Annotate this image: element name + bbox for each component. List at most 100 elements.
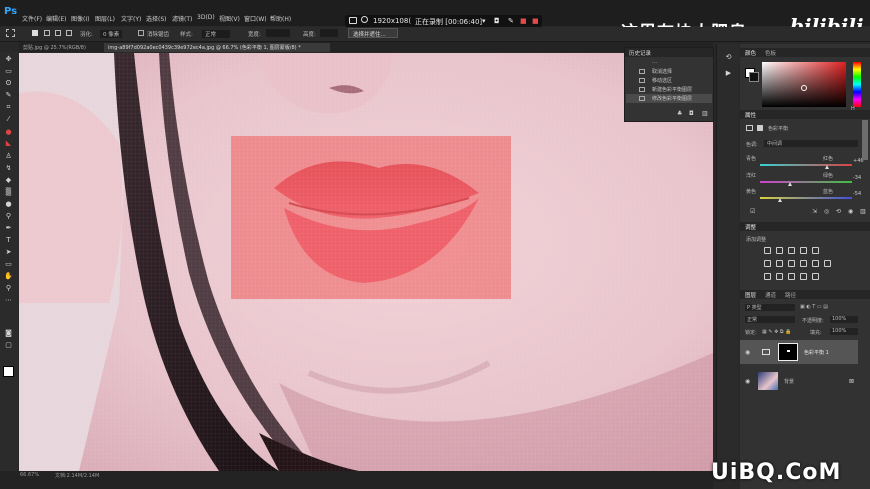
- trash-icon[interactable]: ▥: [860, 208, 866, 215]
- feather-input[interactable]: 0 像素: [100, 30, 123, 38]
- style-select[interactable]: 正常: [202, 30, 231, 38]
- menu-help[interactable]: 帮助(H): [270, 14, 291, 23]
- dodge-tool-icon[interactable]: ⚲: [4, 213, 13, 220]
- magenta-green-slider[interactable]: [760, 181, 852, 183]
- camera-icon[interactable]: [349, 17, 357, 24]
- magenta-green-thumb[interactable]: [788, 182, 792, 186]
- pen-icon[interactable]: ✎: [508, 17, 514, 25]
- blur-tool-icon[interactable]: ●: [4, 201, 13, 208]
- layer-thumbnail[interactable]: [758, 372, 778, 390]
- menu-window[interactable]: 窗口(W): [244, 14, 267, 23]
- camera-icon[interactable]: ◘: [689, 110, 694, 117]
- layer-row-color-balance[interactable]: ◉ 色彩平衡 1: [740, 340, 858, 364]
- black-white-icon[interactable]: [788, 260, 795, 267]
- width-input[interactable]: [266, 29, 290, 37]
- bg-color-swatch[interactable]: [749, 72, 759, 82]
- eyedropper-icon[interactable]: ⁄: [4, 116, 13, 123]
- tab-channels[interactable]: 通道: [765, 291, 776, 299]
- tab-swatches[interactable]: 色板: [765, 49, 776, 57]
- visibility-icon[interactable]: ◉: [848, 208, 853, 215]
- select-and-mask-button[interactable]: 选择并遮住...: [348, 28, 398, 38]
- reset-icon[interactable]: ⟲: [836, 208, 841, 215]
- tone-select[interactable]: 中间调: [764, 140, 858, 147]
- clone-stamp-icon[interactable]: ♙: [4, 153, 13, 160]
- menu-filter[interactable]: 滤镜(T): [172, 14, 192, 23]
- actions-panel-icon[interactable]: ▶: [724, 70, 733, 77]
- layer-row-background[interactable]: ◉ 背景 ⊠: [740, 369, 858, 393]
- preserve-luminosity-icon[interactable]: ☑: [750, 208, 755, 215]
- move-tool-icon[interactable]: ✥: [4, 56, 13, 63]
- invert-icon[interactable]: [764, 273, 771, 280]
- panel-scrollbar[interactable]: [862, 120, 868, 160]
- document-canvas[interactable]: [19, 53, 713, 471]
- pen-tool-icon[interactable]: ✒: [4, 225, 13, 232]
- zoom-level[interactable]: 66.67%: [20, 472, 39, 478]
- foreground-color-swatch[interactable]: [3, 366, 14, 377]
- snapshot-icon[interactable]: ♣: [677, 110, 682, 117]
- exposure-icon[interactable]: [800, 247, 807, 254]
- layer-name[interactable]: 色彩平衡 1: [804, 349, 829, 356]
- menu-image[interactable]: 图像(I): [71, 14, 89, 23]
- fill-input[interactable]: 100%: [830, 328, 858, 335]
- screen-mode-icon[interactable]: ▢: [4, 342, 13, 349]
- gradient-tool-icon[interactable]: ▒: [4, 189, 13, 196]
- cyan-red-slider[interactable]: [760, 164, 852, 166]
- lock-icons[interactable]: ▦ ✎ ✥ ⧉ 🔒: [762, 329, 791, 335]
- channel-mixer-icon[interactable]: [812, 260, 819, 267]
- gradient-map-icon[interactable]: [800, 273, 807, 280]
- tab-paths[interactable]: 路径: [785, 291, 796, 299]
- menu-layer[interactable]: 图层(L): [95, 14, 115, 23]
- spot-heal-icon[interactable]: ●: [4, 129, 13, 136]
- threshold-icon[interactable]: [788, 273, 795, 280]
- clip-icon[interactable]: ⇲: [812, 208, 817, 215]
- cyan-red-thumb[interactable]: [825, 165, 829, 169]
- new-selection-icon[interactable]: [32, 30, 38, 36]
- crop-tool-icon[interactable]: ⌗: [4, 104, 13, 111]
- hue-saturation-icon[interactable]: [764, 260, 771, 267]
- record-camera-icon[interactable]: ◘: [494, 17, 500, 25]
- color-picker-cursor[interactable]: [801, 85, 807, 91]
- menu-3d[interactable]: 3D(D): [197, 14, 215, 21]
- layer-name[interactable]: 背景: [784, 378, 794, 385]
- tab-document-2[interactable]: img-a89f7d092a0ec0439c39e972ec4a.jpg @ 6…: [104, 43, 330, 52]
- menu-view[interactable]: 视图(V): [219, 14, 240, 23]
- yellow-blue-thumb[interactable]: [778, 198, 782, 202]
- posterize-icon[interactable]: [776, 273, 783, 280]
- play-icon[interactable]: ▾: [482, 17, 486, 25]
- slider-value[interactable]: -54: [853, 191, 861, 197]
- eye-icon[interactable]: ◉: [745, 378, 750, 385]
- lasso-tool-icon[interactable]: ʘ: [4, 80, 13, 87]
- history-brush-icon[interactable]: ↯: [4, 165, 13, 172]
- more-tools-icon[interactable]: ⋯: [4, 297, 13, 304]
- menu-file[interactable]: 文件(F): [22, 14, 42, 23]
- path-select-icon[interactable]: ➤: [4, 249, 13, 256]
- blend-mode-select[interactable]: 正常: [745, 316, 795, 323]
- antialias-checkbox[interactable]: [138, 30, 144, 36]
- history-item[interactable]: …: [626, 58, 712, 67]
- tab-document-1[interactable]: 剪贴.jpg @ 25.7%(RGB/8): [19, 43, 103, 52]
- subtract-selection-icon[interactable]: [55, 30, 61, 36]
- photo-filter-icon[interactable]: [800, 260, 807, 267]
- history-item[interactable]: 移动选区: [626, 76, 712, 85]
- hand-tool-icon[interactable]: ✋: [4, 273, 13, 280]
- selective-color-icon[interactable]: [812, 273, 819, 280]
- yellow-blue-slider[interactable]: [760, 197, 852, 199]
- menu-select[interactable]: 选择(S): [146, 14, 167, 23]
- color-balance-icon[interactable]: [776, 260, 783, 267]
- layer-filter-icons[interactable]: ▣ ◐ T ▭ ▤: [800, 304, 860, 311]
- marquee-tool-icon[interactable]: [6, 29, 15, 37]
- menu-edit[interactable]: 编辑(E): [46, 14, 66, 23]
- search-icon[interactable]: [361, 16, 368, 23]
- eye-icon[interactable]: ◉: [745, 349, 750, 356]
- type-tool-icon[interactable]: T: [4, 237, 13, 244]
- levels-icon[interactable]: [776, 247, 783, 254]
- stop-icon[interactable]: ■: [520, 17, 527, 25]
- shape-tool-icon[interactable]: ▭: [4, 261, 13, 268]
- color-lookup-icon[interactable]: [824, 260, 831, 267]
- hue-slider[interactable]: [853, 62, 861, 107]
- tab-color[interactable]: 颜色: [745, 49, 756, 57]
- tab-layers[interactable]: 图层: [745, 291, 756, 299]
- layer-filter-select[interactable]: P 类型: [745, 304, 795, 311]
- close-recorder-icon[interactable]: ■: [532, 17, 539, 25]
- opacity-input[interactable]: 100%: [830, 316, 858, 323]
